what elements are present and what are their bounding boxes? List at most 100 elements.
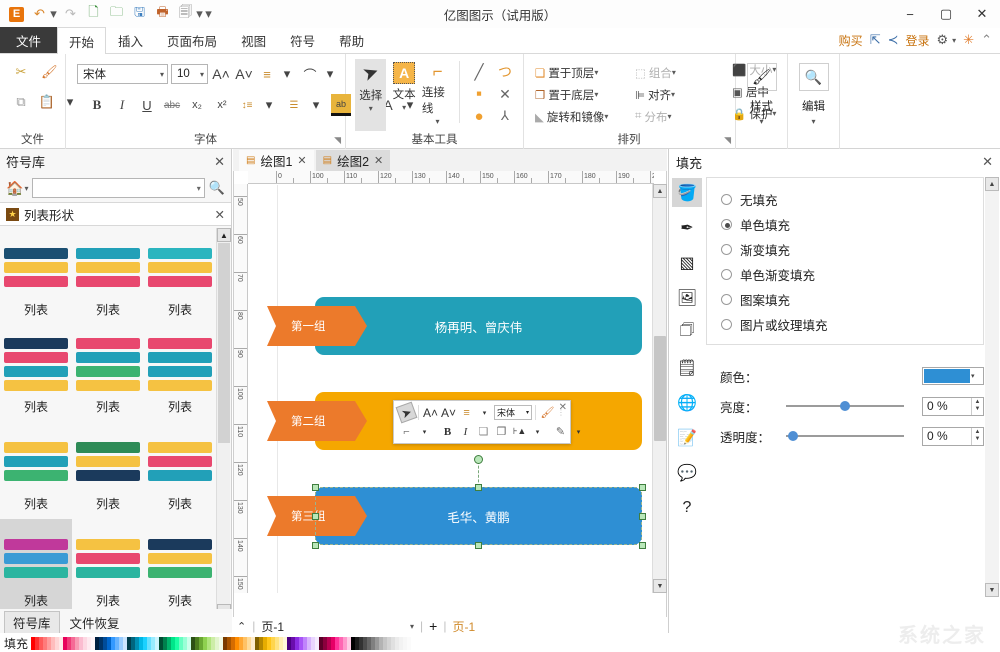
shape-item-3[interactable]: 列表 — [0, 325, 72, 422]
group-button[interactable]: ⬚ 组合 ▾ — [632, 62, 732, 83]
bring-to-front-button[interactable]: ❏ 置于顶层 ▾ — [532, 62, 632, 83]
undo-dropdown[interactable]: ▾ — [49, 4, 58, 24]
tab-view[interactable]: 视图 — [229, 27, 278, 53]
handle-bottom-right[interactable] — [639, 542, 646, 549]
shape-item-6[interactable]: 列表 — [0, 422, 72, 519]
undo-button[interactable]: ↶ — [29, 4, 50, 24]
gear-icon[interactable]: ⚙ — [937, 32, 949, 48]
group-row-2-tag[interactable]: 第二组 — [267, 401, 367, 441]
tab-insert[interactable]: 插入 — [106, 27, 155, 53]
send-backward-button[interactable]: ❐ — [493, 423, 510, 440]
style-dropdown-icon[interactable]: ▾ — [759, 117, 763, 126]
scroll-down-icon[interactable]: ▼ — [985, 583, 999, 597]
radio-button[interactable] — [721, 319, 732, 330]
strikethrough-button[interactable]: abc — [162, 94, 182, 116]
print-preview-button[interactable]: 🗐 — [175, 4, 196, 24]
cross-tool-button[interactable]: ✕ — [492, 83, 518, 105]
slider-knob[interactable] — [788, 431, 798, 441]
brightness-slider[interactable] — [786, 398, 904, 414]
fill-option-0[interactable]: 无填充 — [721, 187, 983, 212]
line-spacing-dropdown-icon[interactable]: ▾ — [259, 94, 279, 116]
radio-button[interactable] — [721, 244, 732, 255]
fill-option-3[interactable]: 单色渐变填充 — [721, 262, 983, 287]
shape-item-1[interactable]: 列表 — [72, 228, 144, 325]
align-text-dropdown-icon[interactable]: ▾ — [277, 63, 297, 85]
spinner-arrows[interactable]: ▲▼ — [971, 428, 983, 445]
image-icon[interactable]: 🖼 — [672, 283, 702, 312]
fill-option-1[interactable]: 单色填充 — [721, 212, 983, 237]
paste-button[interactable]: 📋 — [37, 91, 57, 113]
group-row-1[interactable]: 杨再明、曾庆伟 第一组 — [267, 297, 642, 355]
shape-item-7[interactable]: 列表 — [72, 422, 144, 519]
tab-symbols[interactable]: 符号 — [278, 27, 327, 53]
collapse-ribbon-icon[interactable]: ⌃ — [981, 32, 992, 48]
page-tab-1[interactable]: 页-1 — [452, 618, 475, 635]
slider-knob[interactable] — [840, 401, 850, 411]
font-size-combo[interactable]: 10 ▾ — [171, 64, 208, 84]
transparency-slider[interactable] — [786, 428, 904, 444]
send-to-back-button[interactable]: ❐ 置于底层 ▾ — [532, 84, 632, 105]
list-icon[interactable]: 🗒 — [672, 353, 702, 382]
fill-option-2[interactable]: 渐变填充 — [721, 237, 983, 262]
insert-shape-dropdown-icon[interactable]: ▾ — [529, 423, 546, 440]
edit-shape-button[interactable]: ✎ — [552, 423, 569, 440]
close-icon[interactable]: ✕ — [214, 154, 225, 170]
shape-item-8[interactable]: 列表 — [144, 422, 216, 519]
drawing-canvas[interactable]: 杨再明、曾庆伟 第一组 第二组 毛华、黄鹏 — [249, 185, 654, 593]
shape-item-10[interactable]: 列表 — [72, 519, 144, 616]
underline-button[interactable]: U — [137, 94, 157, 116]
line-tool-button[interactable]: ╱ — [466, 61, 492, 83]
text-align-dropdown-icon[interactable]: ▾ — [476, 404, 493, 421]
bold-button[interactable]: B — [439, 423, 456, 440]
shrink-font-button[interactable]: A˅ — [234, 63, 254, 85]
transparency-input[interactable]: 0 % ▲▼ — [922, 427, 984, 446]
chevron-down-icon[interactable]: ▾ — [667, 112, 671, 121]
bold-button[interactable]: B — [87, 94, 107, 116]
scroll-thumb[interactable] — [218, 243, 230, 443]
brightness-input[interactable]: 0 % ▲▼ — [922, 397, 984, 416]
home-dropdown-icon[interactable]: ▾ — [24, 184, 28, 193]
close-icon[interactable]: ✕ — [374, 154, 383, 167]
floating-format-toolbar[interactable]: ✕ ➤ A˄ A˅ ≡ ▾ 宋体 ▾ 🖌 ⋮ ⌐ — [393, 400, 571, 444]
select-tool-dropdown-icon[interactable]: ▾ — [369, 104, 373, 113]
shape-item-9[interactable]: 列表 — [0, 519, 72, 616]
palette-swatches[interactable] — [31, 637, 415, 650]
chevron-down-icon[interactable]: ▾ — [594, 68, 598, 77]
font-dialog-launcher[interactable]: ◥ — [334, 135, 341, 146]
shape-item-4[interactable]: 列表 — [72, 325, 144, 422]
increase-font-size-button[interactable]: A˄ — [422, 404, 439, 421]
insert-shape-button[interactable]: ⊦▲ — [511, 423, 528, 440]
scroll-thumb-vertical[interactable] — [654, 336, 666, 441]
text-align-button[interactable]: ≡ — [458, 404, 475, 421]
handle-middle-right[interactable] — [639, 513, 646, 520]
home-icon[interactable]: 🏠 — [6, 180, 23, 197]
redo-button[interactable]: ↷ — [60, 4, 81, 24]
handle-bottom-center[interactable] — [475, 542, 482, 549]
document-tab-2[interactable]: ▤ 绘图2 ✕ — [316, 150, 391, 171]
floating-font-combo[interactable]: 宋体 ▾ — [494, 405, 532, 420]
new-button[interactable]: 🗋 — [83, 4, 104, 24]
chevron-down-icon[interactable]: ▾ — [594, 90, 598, 99]
shape-item-5[interactable]: 列表 — [144, 325, 216, 422]
bring-forward-button[interactable]: ❏ — [475, 423, 492, 440]
fill-option-5[interactable]: 图片或纹理填充 — [721, 312, 983, 337]
close-icon[interactable]: ✕ — [215, 207, 225, 222]
page-dropdown-icon[interactable]: ▾ — [410, 622, 414, 631]
buy-link[interactable]: 购买 — [839, 32, 863, 49]
tab-page-layout[interactable]: 页面布局 — [155, 27, 229, 53]
group-row-1-tag[interactable]: 第一组 — [267, 306, 367, 346]
help-icon[interactable]: ? — [672, 493, 702, 522]
gear-dropdown-icon[interactable]: ▾ — [952, 36, 956, 45]
grow-font-button[interactable]: A˄ — [211, 63, 231, 85]
edit-button[interactable]: 🔍 — [799, 63, 829, 91]
distribute-button[interactable]: ⌗ 分布 ▾ — [632, 106, 732, 127]
theme-icon[interactable]: ✳ — [963, 32, 974, 48]
note-icon[interactable]: 📝 — [672, 423, 702, 452]
handle-top-center[interactable] — [475, 484, 482, 491]
export-icon[interactable]: ⇱ — [870, 32, 881, 48]
shape-item-0[interactable]: 列表 — [0, 228, 72, 325]
text-tool-dropdown-icon[interactable]: ▾ — [402, 103, 406, 112]
align-text-button[interactable]: ≡ — [257, 63, 277, 85]
close-button[interactable]: ✕ — [964, 0, 1000, 28]
tab-home[interactable]: 开始 — [57, 27, 106, 54]
